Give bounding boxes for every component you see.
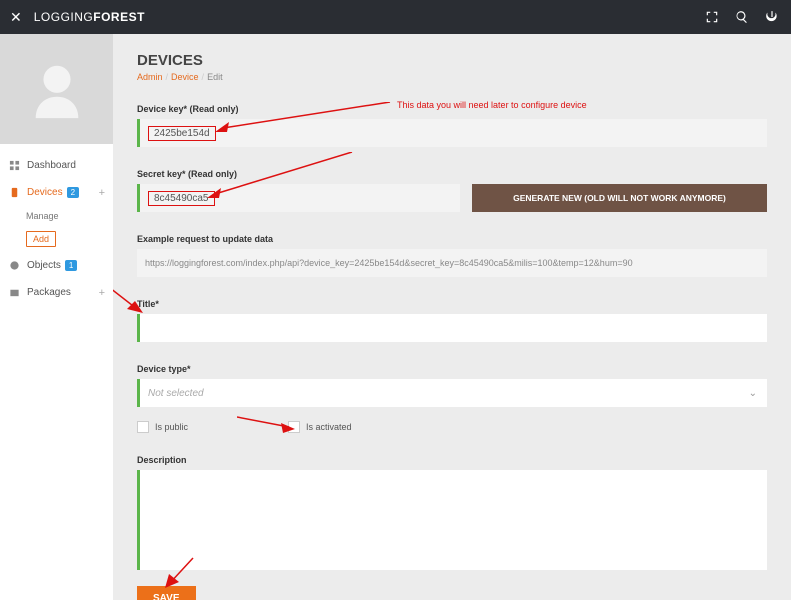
sidebar-item-devices[interactable]: Devices 2 + xyxy=(0,179,113,206)
fullscreen-icon[interactable] xyxy=(703,8,721,26)
sidebar-label: Dashboard xyxy=(27,160,76,171)
device-type-label: Device type* xyxy=(137,364,767,374)
packages-icon xyxy=(8,286,21,299)
checkbox-box xyxy=(288,421,300,433)
plus-icon[interactable]: + xyxy=(99,187,105,199)
checkbox-label: Is public xyxy=(155,422,188,432)
plus-icon[interactable]: + xyxy=(99,287,105,299)
title-input[interactable] xyxy=(148,314,759,342)
title-input-wrap xyxy=(137,314,767,342)
crumb-admin[interactable]: Admin xyxy=(137,72,163,82)
chevron-down-icon: ⌄ xyxy=(749,388,757,399)
brand-left: LOGGING xyxy=(34,10,94,24)
sidebar-item-packages[interactable]: Packages + xyxy=(0,279,113,306)
sidebar-sub-manage[interactable]: Manage xyxy=(26,206,113,226)
crumb-edit: Edit xyxy=(207,72,223,82)
sidebar: Dashboard Devices 2 + Manage Add Objects… xyxy=(0,34,113,600)
device-type-select[interactable]: Not selected ⌄ xyxy=(137,379,767,407)
sidebar-label: Objects xyxy=(27,260,61,271)
secret-key-value: 8c45490ca5 xyxy=(148,191,215,206)
example-url-value: https://loggingforest.com/index.php/api?… xyxy=(145,258,633,268)
secret-key-label: Secret key* (Read only) xyxy=(137,169,767,179)
breadcrumb: Admin/Device/Edit xyxy=(137,72,767,82)
avatar xyxy=(0,34,113,144)
device-key-value: 2425be154d xyxy=(148,126,216,141)
add-link: Add xyxy=(26,231,56,247)
badge: 1 xyxy=(65,260,77,271)
description-label: Description xyxy=(137,455,767,465)
example-label: Example request to update data xyxy=(137,234,767,244)
config-note: This data you will need later to configu… xyxy=(397,100,587,110)
checkbox-label: Is activated xyxy=(306,422,352,432)
save-button[interactable]: SAVE xyxy=(137,586,196,600)
description-input[interactable] xyxy=(148,476,759,564)
brand: LOGGINGFOREST xyxy=(34,10,145,24)
sidebar-sub-add[interactable]: Add xyxy=(26,226,113,252)
search-icon[interactable] xyxy=(733,8,751,26)
device-type-placeholder: Not selected xyxy=(148,388,204,399)
checkbox-row: Is public Is activated xyxy=(137,421,767,433)
is-public-checkbox[interactable]: Is public xyxy=(137,421,188,433)
sidebar-item-dashboard[interactable]: Dashboard xyxy=(0,152,113,179)
badge: 2 xyxy=(67,187,79,198)
power-icon[interactable] xyxy=(763,8,781,26)
objects-icon xyxy=(8,259,21,272)
description-wrap xyxy=(137,470,767,570)
example-url-field: https://loggingforest.com/index.php/api?… xyxy=(137,249,767,277)
nav: Dashboard Devices 2 + Manage Add Objects… xyxy=(0,144,113,306)
grid-icon xyxy=(8,159,21,172)
sidebar-sub: Manage Add xyxy=(0,206,113,252)
brand-right: FOREST xyxy=(93,10,145,24)
secret-key-field: 8c45490ca5 xyxy=(137,184,460,212)
is-activated-checkbox[interactable]: Is activated xyxy=(288,421,352,433)
sidebar-label: Devices xyxy=(27,187,63,198)
generate-new-button[interactable]: GENERATE NEW (OLD WILL NOT WORK ANYMORE) xyxy=(472,184,767,212)
topbar: ✕ LOGGINGFOREST xyxy=(0,0,791,34)
crumb-device[interactable]: Device xyxy=(171,72,199,82)
checkbox-box xyxy=(137,421,149,433)
sidebar-item-objects[interactable]: Objects 1 xyxy=(0,252,113,279)
device-icon xyxy=(8,186,21,199)
title-label: Title* xyxy=(137,299,767,309)
main: DEVICES Admin/Device/Edit Device key* (R… xyxy=(113,34,791,600)
device-key-field: 2425be154d xyxy=(137,119,767,147)
page-title: DEVICES xyxy=(137,52,767,69)
sidebar-label: Packages xyxy=(27,287,71,298)
close-icon[interactable]: ✕ xyxy=(10,9,22,26)
